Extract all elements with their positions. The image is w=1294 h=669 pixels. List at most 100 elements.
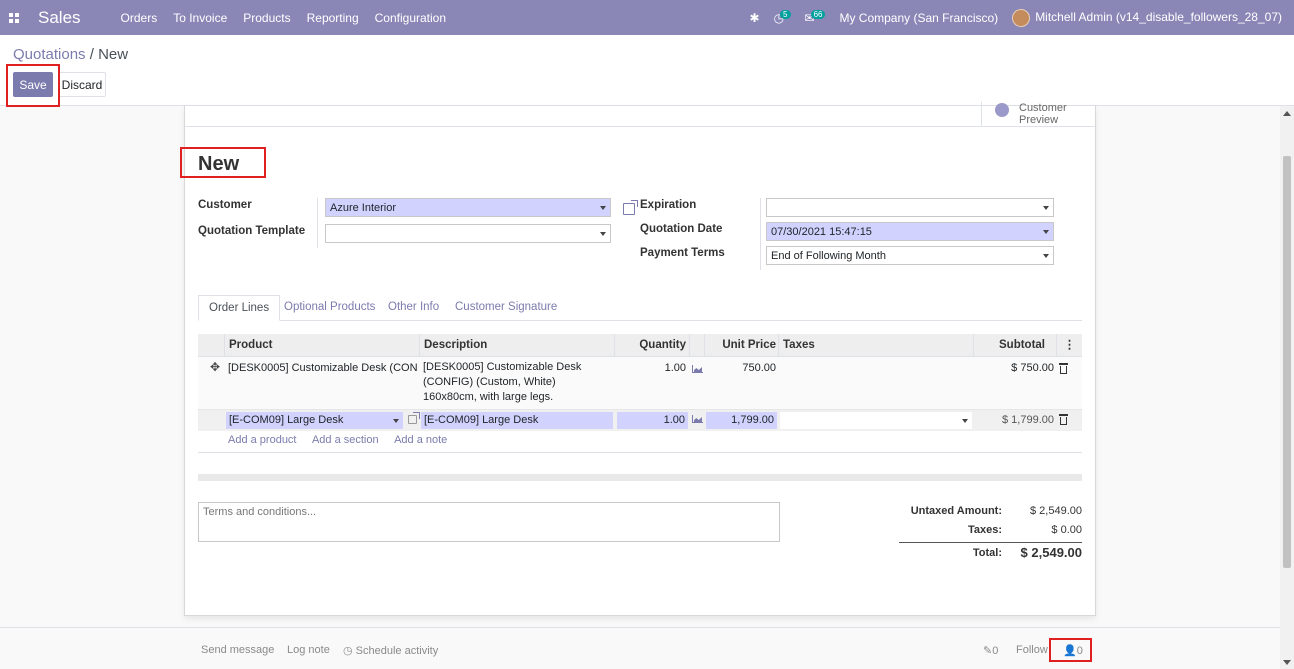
add-note-link[interactable]: Add a note xyxy=(394,434,447,446)
table-bottom-divider xyxy=(198,452,1082,453)
drag-handle-icon[interactable]: ✥ xyxy=(210,360,220,374)
table-header: Product Description Quantity Unit Price … xyxy=(198,334,1082,357)
forecast-chart-icon[interactable] xyxy=(692,365,703,373)
row2-product-input[interactable]: [E-COM09] Large Desk xyxy=(226,412,403,429)
quotation-template-field[interactable] xyxy=(325,224,611,243)
company-switcher[interactable]: My Company (San Francisco) xyxy=(839,11,998,25)
taxes-label: Taxes: xyxy=(967,524,1002,536)
preview-line2: Preview xyxy=(1019,114,1059,126)
discard-button[interactable]: Discard xyxy=(58,72,106,97)
quotation-date-field[interactable]: 07/30/2021 15:47:15 xyxy=(766,222,1054,241)
external-link-icon[interactable] xyxy=(623,200,638,215)
follow-button[interactable]: Follow xyxy=(1016,644,1048,656)
followers-button[interactable]: 👤0 xyxy=(1063,644,1083,657)
tab-order-lines[interactable]: Order Lines xyxy=(198,295,281,321)
record-title: New xyxy=(198,153,240,175)
customer-field[interactable]: Azure Interior xyxy=(325,198,611,217)
breadcrumb-quotations[interactable]: Quotations xyxy=(13,46,86,63)
top-navbar: Sales Orders To Invoice Products Reporti… xyxy=(0,0,1294,35)
scroll-down-arrow-icon[interactable] xyxy=(1283,660,1291,665)
send-message-button[interactable]: Send message xyxy=(201,644,274,656)
control-panel: Quotations / New Save Discard xyxy=(0,35,1294,107)
section-divider xyxy=(198,474,1082,481)
tab-other-info[interactable]: Other Info xyxy=(378,295,449,321)
col-unit-price[interactable]: Unit Price xyxy=(704,334,780,357)
right-separator xyxy=(760,198,761,270)
breadcrumb: Quotations / New xyxy=(13,46,128,63)
row1-description: [DESK0005] Customizable Desk (CONFIG) (C… xyxy=(423,360,613,405)
row2-taxes-input[interactable] xyxy=(780,412,972,429)
col-description[interactable]: Description xyxy=(419,334,615,357)
messages-badge: 66 xyxy=(810,9,826,19)
col-product[interactable]: Product xyxy=(224,334,420,357)
page-scrollbar[interactable] xyxy=(1280,106,1294,669)
add-section-link[interactable]: Add a section xyxy=(312,434,379,446)
apps-menu-icon[interactable] xyxy=(0,0,28,35)
user-menu[interactable]: Mitchell Admin (v14_disable_followers_28… xyxy=(1012,8,1282,27)
row2-description-input[interactable]: [E-COM09] Large Desk xyxy=(421,412,613,429)
col-forecast xyxy=(689,334,705,357)
trash-icon[interactable] xyxy=(1059,363,1068,374)
save-button[interactable]: Save xyxy=(13,72,53,97)
taxes-value: $ 0.00 xyxy=(1051,524,1082,536)
trash-icon[interactable] xyxy=(1059,414,1068,425)
payment-terms-field[interactable]: End of Following Month xyxy=(766,246,1054,265)
button-box: Customer Preview xyxy=(185,102,1095,127)
tab-optional-products[interactable]: Optional Products xyxy=(274,295,385,321)
total-label: Total: xyxy=(972,547,1002,559)
row2-subtotal: $ 1,799.00 xyxy=(1002,414,1054,426)
forecast-chart-icon[interactable] xyxy=(692,415,703,423)
col-taxes[interactable]: Taxes xyxy=(778,334,974,357)
app-brand[interactable]: Sales xyxy=(38,8,81,28)
row2-unit-price-input[interactable]: 1,799.00 xyxy=(706,412,777,429)
col-subtotal[interactable]: Subtotal xyxy=(973,334,1057,357)
scroll-thumb[interactable] xyxy=(1283,156,1291,568)
row1-quantity: 1.00 xyxy=(664,362,686,374)
menu-reporting[interactable]: Reporting xyxy=(307,11,359,25)
chevron-down-icon xyxy=(962,419,968,423)
chevron-down-icon xyxy=(600,232,606,236)
payment-terms-label: Payment Terms xyxy=(640,247,725,259)
table-row[interactable]: ✥ [DESK0005] Customizable Desk (CON… [DE… xyxy=(198,357,1082,410)
tab-customer-signature[interactable]: Customer Signature xyxy=(445,295,567,321)
menu-to-invoice[interactable]: To Invoice xyxy=(173,11,227,25)
activity-clock-icon[interactable]: ◷5 xyxy=(774,9,791,25)
followers-count: 0 xyxy=(1076,645,1083,657)
expiration-field[interactable] xyxy=(766,198,1054,217)
row2-unit-price: 1,799.00 xyxy=(731,414,774,426)
external-link-icon[interactable] xyxy=(408,412,420,424)
log-note-button[interactable]: Log note xyxy=(287,644,330,656)
expiration-label: Expiration xyxy=(640,199,697,211)
col-quantity[interactable]: Quantity xyxy=(614,334,690,357)
scroll-up-arrow-icon[interactable] xyxy=(1283,111,1291,116)
chevron-down-icon xyxy=(600,206,606,210)
payment-terms-value: End of Following Month xyxy=(771,250,886,262)
untaxed-amount-value: $ 2,549.00 xyxy=(1030,505,1082,517)
schedule-activity-button[interactable]: ◷ Schedule activity xyxy=(343,644,438,657)
customer-preview-button[interactable]: Customer Preview xyxy=(981,102,1095,127)
menu-configuration[interactable]: Configuration xyxy=(375,11,446,25)
quotation-template-label: Quotation Template xyxy=(198,225,306,237)
avatar xyxy=(1012,8,1031,27)
chevron-down-icon xyxy=(1043,206,1049,210)
terms-conditions-field[interactable]: Terms and conditions... xyxy=(198,502,780,542)
row1-subtotal: $ 750.00 xyxy=(1011,362,1054,374)
debug-bug-icon[interactable]: ✱ xyxy=(750,11,760,25)
breadcrumb-current: New xyxy=(98,46,129,63)
chevron-down-icon xyxy=(1043,254,1049,258)
row2-quantity-input[interactable]: 1.00 xyxy=(617,412,688,429)
menu-orders[interactable]: Orders xyxy=(121,11,158,25)
optional-columns-icon[interactable]: ⋮ xyxy=(1056,334,1082,357)
row1-description-line1: [DESK0005] Customizable Desk xyxy=(423,361,582,373)
customer-value: Azure Interior xyxy=(330,202,397,214)
paperclip-icon: ✎ xyxy=(983,645,993,657)
messaging-chat-icon[interactable]: ✉66 xyxy=(805,9,826,25)
quotation-date-value: 07/30/2021 15:47:15 xyxy=(771,226,872,238)
table-row-editing[interactable]: [E-COM09] Large Desk [E-COM09] Large Des… xyxy=(198,410,1082,431)
totals-divider xyxy=(899,542,1082,543)
total-value: $ 2,549.00 xyxy=(1020,545,1082,560)
add-product-link[interactable]: Add a product xyxy=(228,434,297,446)
menu-products[interactable]: Products xyxy=(243,11,290,25)
chevron-down-icon xyxy=(393,419,399,423)
attachments-button[interactable]: ✎0 xyxy=(983,644,998,657)
